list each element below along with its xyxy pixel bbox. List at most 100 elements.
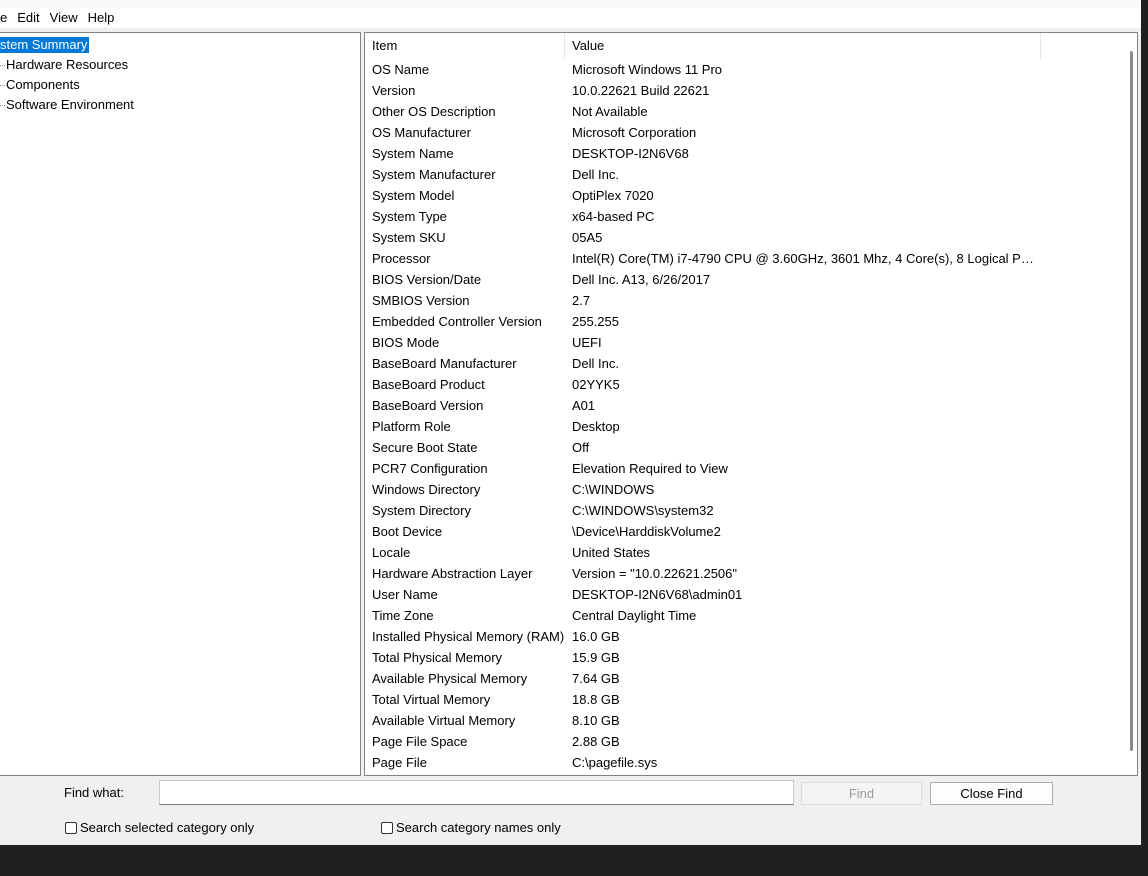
row-item: BIOS Version/Date (372, 272, 482, 287)
row-value: Elevation Required to View (572, 461, 728, 476)
table-row[interactable]: Available Physical Memory 7.64 GB (365, 668, 1125, 689)
menu-help[interactable]: Help (83, 8, 120, 28)
row-item: Total Physical Memory (372, 650, 503, 665)
column-header-value[interactable]: Value (565, 33, 1041, 59)
row-item: PCR7 Configuration (372, 461, 488, 476)
table-row[interactable]: OS Name Microsoft Windows 11 Pro (365, 59, 1125, 80)
row-item: SMBIOS Version (372, 293, 470, 308)
table-row[interactable]: System Type x64-based PC (365, 206, 1125, 227)
row-item: Version (372, 83, 416, 98)
scrollbar-thumb[interactable] (1130, 51, 1133, 751)
row-item: BaseBoard Version (372, 398, 484, 413)
vertical-scrollbar[interactable] (1123, 33, 1137, 775)
menu-edit[interactable]: Edit (12, 8, 44, 28)
checkbox-label: Search category names only (396, 820, 561, 835)
row-value: 8.10 GB (572, 713, 620, 728)
row-value: Dell Inc. (572, 167, 619, 182)
row-item: System Model (372, 188, 455, 203)
table-row[interactable]: Locale United States (365, 542, 1125, 563)
row-value: UEFI (572, 335, 602, 350)
row-item: Windows Directory (372, 482, 481, 497)
table-row[interactable]: Embedded Controller Version 255.255 (365, 311, 1125, 332)
row-item: Page File Space (372, 734, 468, 749)
tree-item-label: Software Environment (6, 97, 134, 112)
table-row[interactable]: SMBIOS Version 2.7 (365, 290, 1125, 311)
table-row[interactable]: Other OS Description Not Available (365, 101, 1125, 122)
row-item: Available Physical Memory (372, 671, 528, 686)
search-category-names-checkbox[interactable]: Search category names only (381, 820, 561, 835)
row-item: Hardware Abstraction Layer (372, 566, 533, 581)
checkbox-box[interactable] (381, 821, 393, 834)
search-selected-category-checkbox[interactable]: Search selected category only (65, 820, 254, 835)
find-button[interactable]: Find (801, 782, 922, 805)
table-row[interactable]: Version 10.0.22621 Build 22621 (365, 80, 1125, 101)
table-row[interactable]: Installed Physical Memory (RAM) 16.0 GB (365, 626, 1125, 647)
row-item: Time Zone (372, 608, 434, 623)
row-item: Secure Boot State (372, 440, 478, 455)
row-value: 2.88 GB (572, 734, 620, 749)
checkbox-box[interactable] (65, 821, 77, 834)
table-row[interactable]: Windows Directory C:\WINDOWS (365, 479, 1125, 500)
column-header-item[interactable]: Item (365, 33, 565, 59)
row-item: User Name (372, 587, 438, 602)
menu-view[interactable]: View (45, 8, 83, 28)
table-row[interactable]: System Model OptiPlex 7020 (365, 185, 1125, 206)
row-item: Locale (372, 545, 411, 560)
find-what-input[interactable] (159, 780, 794, 805)
row-value: \Device\HarddiskVolume2 (572, 524, 721, 539)
table-row[interactable]: System Name DESKTOP-I2N6V68 (365, 143, 1125, 164)
find-bar: Find what: Find Close Find Search select… (0, 776, 1141, 845)
close-find-button[interactable]: Close Find (930, 782, 1053, 805)
table-row[interactable]: Page File C:\pagefile.sys (365, 752, 1125, 773)
table-row[interactable]: BIOS Version/Date Dell Inc. A13, 6/26/201… (365, 269, 1125, 290)
tree-item-system-summary[interactable]: stem Summary (0, 36, 90, 54)
table-row[interactable]: BaseBoard Product 02YYK5 (365, 374, 1125, 395)
row-value: United States (572, 545, 651, 560)
table-row[interactable]: Processor Intel(R) Core(TM) i7-4790 CPU @… (365, 248, 1125, 269)
table-row[interactable]: Available Virtual Memory 8.10 GB (365, 710, 1125, 731)
table-row[interactable]: User Name DESKTOP-I2N6V68\admin01 (365, 584, 1125, 605)
table-row[interactable]: Total Virtual Memory 18.8 GB (365, 689, 1125, 710)
row-value: Dell Inc. A13, 6/26/2017 (572, 272, 711, 287)
row-value: Microsoft Corporation (572, 125, 697, 140)
row-item: Embedded Controller Version (372, 314, 542, 329)
table-row[interactable]: BaseBoard Manufacturer Dell Inc. (365, 353, 1125, 374)
row-item: OS Manufacturer (372, 125, 471, 140)
category-tree[interactable]: stem Summary Hardware Resources Componen… (0, 32, 361, 776)
table-row[interactable]: Boot Device \Device\HarddiskVolume2 (365, 521, 1125, 542)
tree-item-hardware-resources[interactable]: Hardware Resources (0, 56, 128, 74)
menu-file[interactable]: e (0, 8, 12, 28)
table-row[interactable]: Secure Boot State Off (365, 437, 1125, 458)
table-row[interactable]: PCR7 Configuration Elevation Required to … (365, 458, 1125, 479)
tree-item-label: stem Summary (0, 37, 90, 53)
menu-bar: e Edit View Help (0, 8, 1141, 28)
row-value: 05A5 (572, 230, 603, 245)
row-item: BIOS Mode (372, 335, 440, 350)
table-row[interactable]: BIOS Mode UEFI (365, 332, 1125, 353)
details-list[interactable]: Item Value OS Name Microsoft Windows 11 P… (364, 32, 1138, 776)
table-row[interactable]: Time Zone Central Daylight Time (365, 605, 1125, 626)
table-row[interactable]: Page File Space 2.88 GB (365, 731, 1125, 752)
row-value: Central Daylight Time (572, 608, 697, 623)
tree-item-components[interactable]: Components (0, 76, 80, 94)
row-item: Other OS Description (372, 104, 496, 119)
table-row[interactable]: System Directory C:\WINDOWS\system32 (365, 500, 1125, 521)
tree-item-software-environment[interactable]: Software Environment (0, 96, 134, 114)
find-what-label: Find what: (64, 785, 124, 800)
row-value: Not Available (572, 104, 648, 119)
row-value: DESKTOP-I2N6V68\admin01 (572, 587, 743, 602)
system-information-window: e Edit View Help stem Summary Hardware R… (0, 0, 1141, 845)
row-item: Installed Physical Memory (RAM) (372, 629, 564, 644)
tree-item-label: Components (6, 77, 80, 92)
row-item: BaseBoard Product (372, 377, 485, 392)
table-row[interactable]: Total Physical Memory 15.9 GB (365, 647, 1125, 668)
row-item: Processor (372, 251, 431, 266)
table-row[interactable]: System SKU 05A5 (365, 227, 1125, 248)
row-value: 2.7 (572, 293, 591, 308)
table-row[interactable]: BaseBoard Version A01 (365, 395, 1125, 416)
table-row[interactable]: OS Manufacturer Microsoft Corporation (365, 122, 1125, 143)
table-row[interactable]: Hardware Abstraction Layer Version = "10.… (365, 563, 1125, 584)
row-value: 10.0.22621 Build 22621 (572, 83, 710, 98)
table-row[interactable]: System Manufacturer Dell Inc. (365, 164, 1125, 185)
table-row[interactable]: Platform Role Desktop (365, 416, 1125, 437)
